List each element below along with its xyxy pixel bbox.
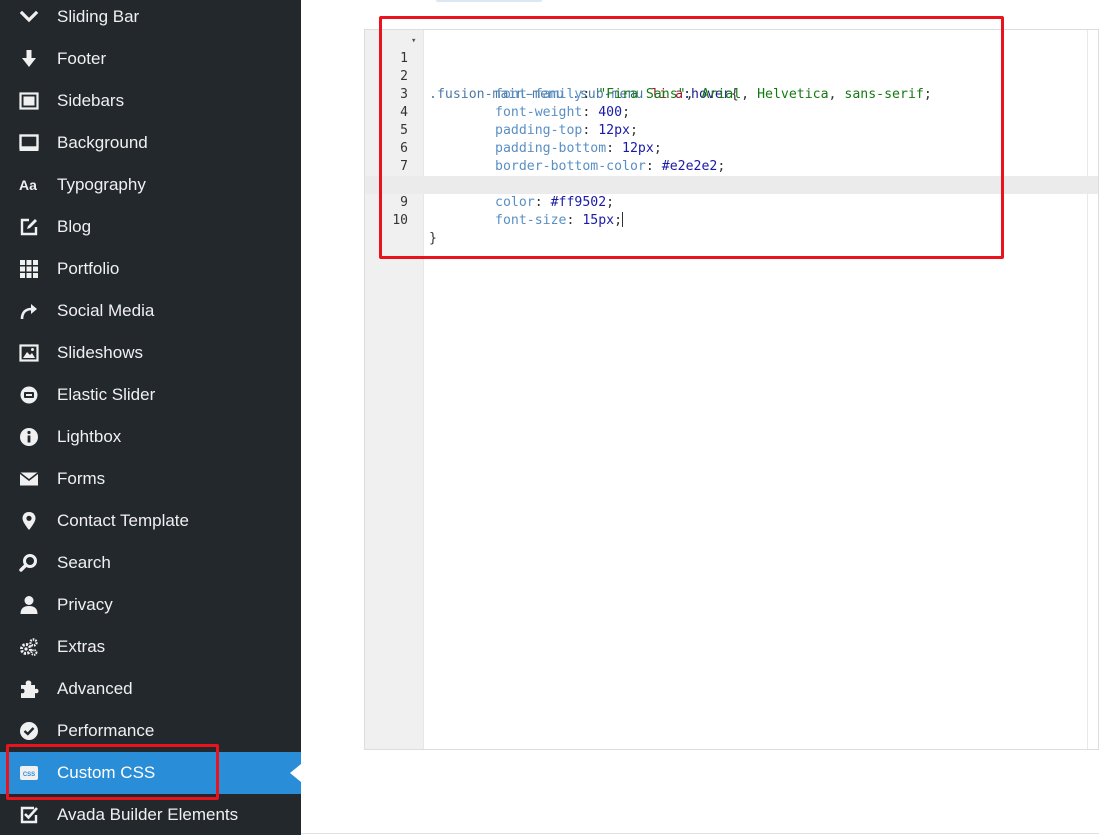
sidebar-item-typography[interactable]: Aa Typography (0, 164, 301, 206)
sidebar-item-label: Sliding Bar (57, 7, 140, 26)
edit-icon (19, 217, 39, 237)
sidebar-item-label: Slideshows (57, 343, 143, 362)
sidebar-item-label: Typography (57, 175, 146, 194)
code-line[interactable]: 2 font-family: "Fira Sans", Arial, Helve… (365, 50, 1098, 102)
sidebar-item-label: Footer (57, 49, 107, 68)
sidebar-item-custom-css[interactable]: CSS Custom CSS (0, 752, 301, 794)
text-cursor (622, 212, 624, 227)
code-line[interactable]: 10 } (365, 194, 1098, 246)
sidebar-item-elastic-slider[interactable]: Elastic Slider (0, 374, 301, 416)
sidebar-item-label: Elastic Slider (57, 385, 156, 404)
code-line[interactable]: 1 ▾ .fusion-main-menu .sub-menu li a:hov… (365, 32, 1098, 102)
sidebar-item-blog[interactable]: Blog (0, 206, 301, 248)
code-text: } (429, 231, 437, 246)
sidebar-item-social-media[interactable]: Social Media (0, 290, 301, 332)
circle-slider-icon (19, 385, 39, 405)
sidebar-item-slideshows[interactable]: Slideshows (0, 332, 301, 374)
sidebar-item-label: Portfolio (57, 259, 120, 278)
search-icon (19, 553, 39, 573)
sidebar-item-portfolio[interactable]: Portfolio (0, 248, 301, 290)
user-icon (19, 595, 39, 615)
code-line[interactable]: 8 color: #ff9502; (365, 158, 1098, 210)
typography-icon: Aa (19, 175, 39, 195)
content-divider (301, 833, 1099, 834)
line-number: 10 (392, 213, 408, 228)
envelope-icon (19, 469, 39, 489)
code-text: font-size: 15px; (495, 212, 624, 228)
sidebar-item-privacy[interactable]: Privacy (0, 584, 301, 626)
svg-text:Aa: Aa (19, 177, 37, 193)
sidebar-item-lightbox[interactable]: Lightbox (0, 416, 301, 458)
sidebar-item-forms[interactable]: Forms (0, 458, 301, 500)
sidebar-item-extras[interactable]: Extras (0, 626, 301, 668)
share-icon (19, 301, 39, 321)
grid-icon (19, 259, 39, 279)
sidebar-item-sliding-bar[interactable]: Sliding Bar (0, 0, 301, 38)
sidebar-item-search[interactable]: Search (0, 542, 301, 584)
code-line[interactable]: 6 border-bottom-color: #e2e2e2; (365, 122, 1098, 174)
check-circle-icon (19, 721, 39, 741)
puzzle-icon (19, 679, 39, 699)
code-line-active[interactable]: 9 font-size: 15px; (365, 176, 1098, 228)
sidebar-item-label: Social Media (57, 301, 155, 320)
arrow-down-icon (19, 49, 39, 69)
sidebar-layout-icon (19, 91, 39, 111)
sidebar-item-background[interactable]: Background (0, 122, 301, 164)
info-icon (19, 427, 39, 447)
sidebar-item-label: Blog (57, 217, 92, 236)
sidebar-item-footer[interactable]: Footer (0, 38, 301, 80)
sidebar-item-label: Lightbox (57, 427, 122, 446)
monitor-icon (19, 133, 39, 153)
code-line[interactable]: 4 padding-top: 12px; (365, 86, 1098, 138)
sidebar-item-label: Contact Template (57, 511, 189, 530)
checkbox-icon (19, 805, 39, 825)
sidebar-item-performance[interactable]: Performance (0, 710, 301, 752)
sidebar-item-contact-template[interactable]: Contact Template (0, 500, 301, 542)
code-line[interactable]: 7 background-color: #6f4e37; (365, 140, 1098, 192)
code-line[interactable]: 3 font-weight: 400; (365, 68, 1098, 120)
sidebar-item-label: Search (57, 553, 111, 572)
sidebar-item-label: Background (57, 133, 148, 152)
sidebar-item-sidebars[interactable]: Sidebars (0, 80, 301, 122)
svg-text:CSS: CSS (23, 772, 35, 778)
gears-icon (19, 637, 39, 657)
fold-toggle-icon[interactable]: ▾ (411, 32, 416, 50)
custom-css-code-editor[interactable]: 1 ▾ .fusion-main-menu .sub-menu li a:hov… (364, 29, 1099, 750)
sidebar-item-label: Performance (57, 721, 155, 740)
sidebar-item-label: Advanced (57, 679, 133, 698)
active-indicator (290, 764, 301, 782)
code-line[interactable]: 5 padding-bottom: 12px; (365, 104, 1098, 156)
sidebar-item-label: Custom CSS (57, 763, 156, 782)
map-pin-icon (19, 511, 39, 531)
css-icon: CSS (19, 763, 39, 783)
sidebar-item-advanced[interactable]: Advanced (0, 668, 301, 710)
sidebar-item-label: Extras (57, 637, 106, 656)
code-content[interactable]: 1 ▾ .fusion-main-menu .sub-menu li a:hov… (365, 32, 1098, 246)
chevron-down-icon (19, 7, 39, 27)
sidebar-item-label: Forms (57, 469, 106, 488)
sidebar-item-label: Avada Builder Elements (57, 805, 239, 824)
sidebar-item-label: Privacy (57, 595, 113, 614)
top-tab-fragment (436, 0, 542, 2)
options-sidebar: Sliding Bar Footer Sidebars Background A… (0, 0, 301, 835)
sidebar-item-label: Sidebars (57, 91, 125, 110)
image-icon (19, 343, 39, 363)
sidebar-item-avada-builder-elements[interactable]: Avada Builder Elements (0, 794, 301, 835)
